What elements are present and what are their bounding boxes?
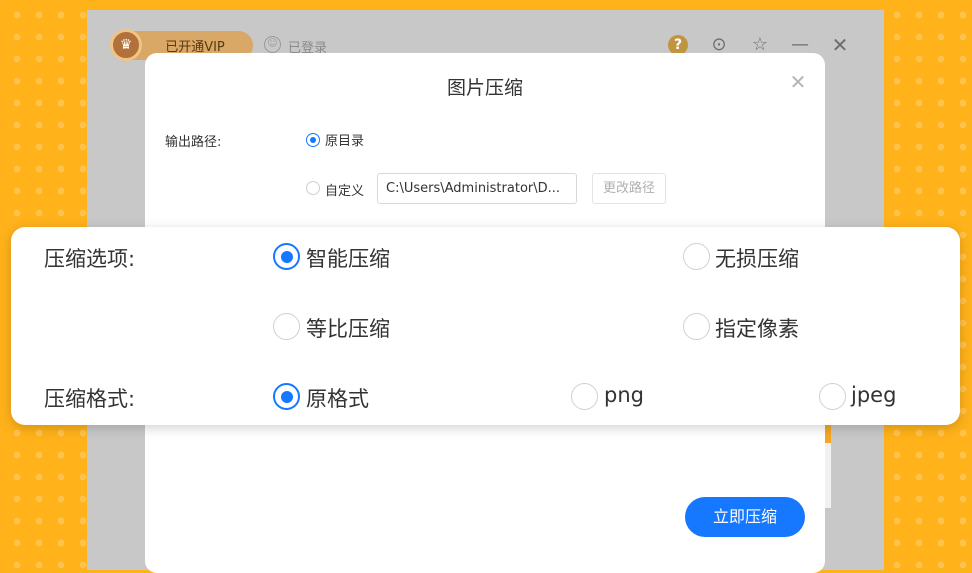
radio-smart-compress[interactable]: [273, 243, 300, 270]
format-png-label[interactable]: png: [604, 383, 644, 407]
radio-specified-pixels[interactable]: [683, 313, 710, 340]
radio-proportional-compress[interactable]: [273, 313, 300, 340]
original-dir-label[interactable]: 原目录: [325, 130, 364, 149]
compress-format-label: 压缩格式:: [44, 387, 136, 411]
radio-format-original[interactable]: [273, 383, 300, 410]
radio-format-jpeg[interactable]: [819, 383, 846, 410]
dialog-title: 图片压缩: [446, 77, 523, 99]
window-close-icon[interactable]: ✕: [828, 33, 852, 57]
help-icon[interactable]: ?: [668, 35, 688, 55]
format-jpeg-label[interactable]: jpeg: [851, 383, 896, 407]
output-path-input[interactable]: C:\Users\Administrator\D...: [377, 173, 577, 204]
background-panel-edge: [825, 443, 831, 508]
user-icon: ☺: [264, 36, 281, 53]
radio-original-dir[interactable]: [306, 133, 320, 147]
radio-lossless-compress[interactable]: [683, 243, 710, 270]
radio-format-png[interactable]: [571, 383, 598, 410]
compress-now-button[interactable]: 立即压缩: [685, 497, 805, 537]
lossless-compress-label[interactable]: 无损压缩: [715, 243, 799, 273]
radio-custom-dir[interactable]: [306, 181, 320, 195]
dialog-close-icon[interactable]: ✕: [787, 71, 809, 93]
custom-dir-label[interactable]: 自定义: [325, 180, 364, 199]
output-path-label: 输出路径:: [165, 135, 222, 150]
smart-compress-label[interactable]: 智能压缩: [306, 243, 390, 273]
format-original-label[interactable]: 原格式: [306, 383, 369, 413]
crown-icon: ♛: [110, 29, 142, 61]
specified-pixels-label[interactable]: 指定像素: [715, 313, 799, 343]
change-path-button[interactable]: 更改路径: [592, 173, 666, 204]
compress-options-label: 压缩选项:: [44, 247, 136, 271]
proportional-compress-label[interactable]: 等比压缩: [306, 313, 390, 343]
zoomed-options-panel: 压缩选项: 智能压缩 无损压缩 等比压缩 指定像素 压缩格式: 原格式 png …: [11, 227, 960, 425]
background-accent-tab: [825, 425, 831, 443]
